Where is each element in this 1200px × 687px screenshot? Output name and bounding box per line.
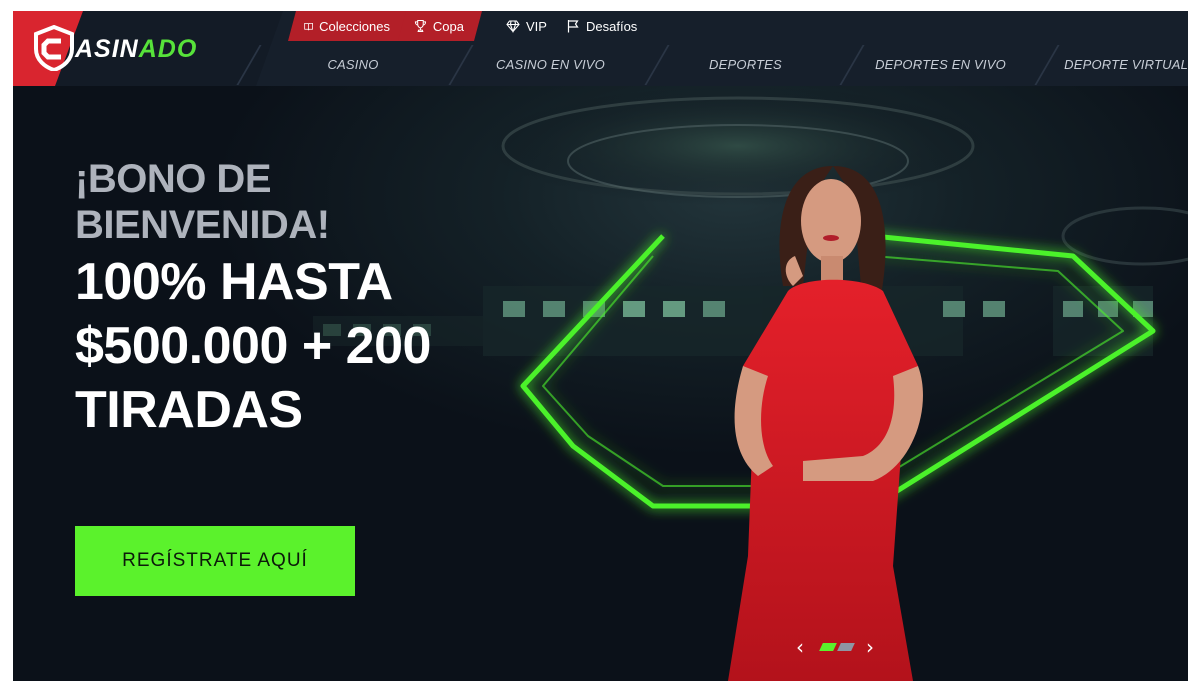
register-button[interactable]: REGÍSTRATE AQUÍ <box>75 526 355 596</box>
topbar-item-vip[interactable]: VIP <box>506 11 547 41</box>
topbar-item-desafios[interactable]: Desafíos <box>566 11 637 41</box>
book-icon <box>304 19 313 33</box>
page-frame: ASINADO Colecciones Copa VIP Desafíos CA… <box>13 11 1188 681</box>
slider-controls: ‹ › <box>791 636 881 658</box>
slider-dot[interactable] <box>837 643 855 651</box>
topbar-label: Copa <box>432 18 464 34</box>
hostess-figure <box>728 166 923 681</box>
nav-item-deporte-virtual[interactable]: DEPORTE VIRTUAL <box>1038 43 1188 86</box>
nav-item-casino[interactable]: CASINO <box>258 43 448 86</box>
topbar-item-colecciones[interactable]: Colecciones <box>288 11 408 41</box>
logo-wordmark: ASINADO <box>75 35 197 64</box>
nav-item-deportes[interactable]: DEPORTES <box>648 43 843 86</box>
topbar-label: Desafíos <box>586 18 638 34</box>
topbar-label: VIP <box>526 18 547 34</box>
logo-text-green: ADO <box>138 35 198 63</box>
topbar-item-copa[interactable]: Copa <box>398 11 482 41</box>
nav-item-casino-en-vivo[interactable]: CASINO EN VIVO <box>453 43 648 86</box>
headline-line-1: ¡BONO DE <box>75 157 271 201</box>
main-nav: CASINO CASINO EN VIVO DEPORTES DEPORTES … <box>236 43 1188 86</box>
hero-banner: ¡BONO DE BIENVENIDA! 100% HASTA $500.000… <box>13 86 1188 681</box>
trophy-icon <box>414 19 427 33</box>
headline-line-5: TIRADAS <box>75 381 303 439</box>
logo-text-white: ASIN <box>75 35 139 63</box>
site-header: ASINADO Colecciones Copa VIP Desafíos CA… <box>13 11 1188 86</box>
flag-icon <box>567 20 579 33</box>
headline-line-4: $500.000 + 200 <box>75 317 431 375</box>
nav-item-deportes-en-vivo[interactable]: DEPORTES EN VIVO <box>843 43 1038 86</box>
diamond-icon <box>506 20 520 33</box>
hero-headline: ¡BONO DE BIENVENIDA! 100% HASTA $500.000… <box>75 156 431 442</box>
top-bar: Colecciones Copa VIP Desafíos <box>278 11 1188 41</box>
headline-line-2: BIENVENIDA! <box>75 203 330 247</box>
slider-next-icon[interactable]: › <box>861 636 879 658</box>
slider-prev-icon[interactable]: ‹ <box>791 636 809 658</box>
topbar-label: Colecciones <box>319 18 390 34</box>
slider-dot-active[interactable] <box>819 643 837 651</box>
shield-c-logo-icon <box>34 25 74 71</box>
headline-line-3: 100% HASTA <box>75 253 393 311</box>
